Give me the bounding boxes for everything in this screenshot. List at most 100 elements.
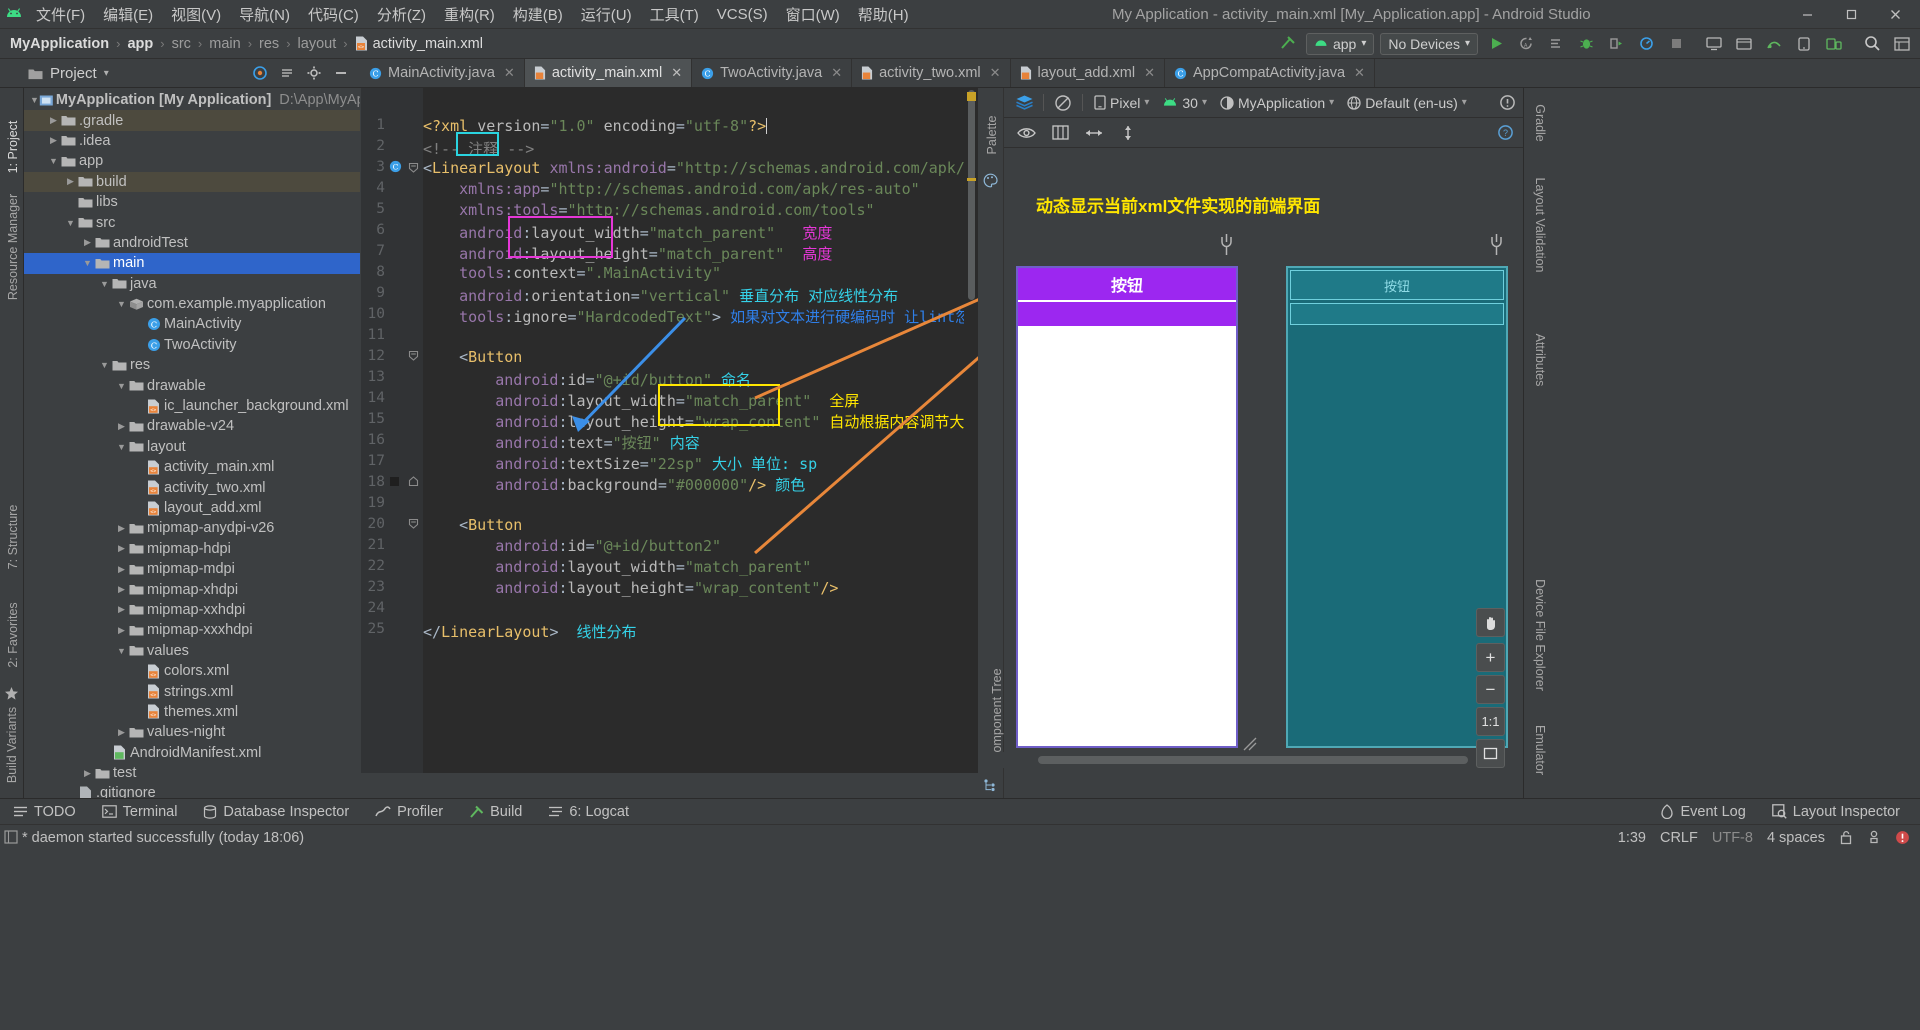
palette-icon[interactable]	[983, 173, 998, 188]
zoom-fit-button[interactable]	[1476, 739, 1505, 768]
chevron-right-icon[interactable]: ▶	[115, 523, 128, 534]
tree-row[interactable]: ▼ res	[24, 355, 360, 375]
minimize-button[interactable]	[1786, 0, 1828, 28]
tab-close-icon[interactable]: ✕	[504, 65, 515, 81]
bottom-item-build[interactable]: Build	[456, 804, 535, 820]
preview-horizontal-scrollbar[interactable]	[978, 752, 1523, 768]
error-stripe-marker[interactable]	[967, 92, 976, 101]
apply-code-changes-icon[interactable]	[1544, 32, 1568, 56]
settings-gear-icon[interactable]	[302, 61, 326, 85]
scrollbar-thumb[interactable]	[1038, 756, 1468, 764]
tab-layout-add-xml[interactable]: layout_add.xml ✕	[1011, 59, 1165, 87]
palette-label[interactable]: Palette	[985, 99, 999, 171]
chevron-right-icon[interactable]: ▶	[115, 543, 128, 554]
preview-button-1[interactable]: 按钮	[1018, 268, 1236, 300]
git-branch-icon[interactable]	[1867, 830, 1881, 845]
apply-changes-icon[interactable]: A	[1514, 32, 1538, 56]
sdk-manager-icon[interactable]	[1732, 32, 1756, 56]
bottom-item-logcat[interactable]: 6: Logcat	[535, 804, 642, 820]
tab-close-icon[interactable]: ✕	[1354, 65, 1365, 81]
tree-row[interactable]: <> layout_add.xml	[24, 498, 360, 518]
breadcrumb-item-src[interactable]: src	[172, 36, 191, 52]
pan-hand-button[interactable]	[1476, 608, 1505, 637]
search-icon[interactable]	[1860, 32, 1884, 56]
collapse-all-icon[interactable]	[275, 61, 299, 85]
chevron-down-icon[interactable]: ▼	[98, 279, 111, 289]
select-opened-file-icon[interactable]	[248, 61, 272, 85]
file-encoding[interactable]: UTF-8	[1712, 830, 1753, 846]
avd-icon-2[interactable]	[1792, 32, 1816, 56]
tree-row[interactable]: ▶ test	[24, 763, 360, 783]
tree-row[interactable]: ▶ .gradle	[24, 110, 360, 131]
preview-button-2[interactable]	[1018, 302, 1236, 326]
tree-row[interactable]: ▼ com.example.myapplication	[24, 294, 360, 314]
bottom-item-terminal[interactable]: Terminal	[89, 804, 191, 820]
chevron-down-icon[interactable]: ▼	[115, 646, 128, 656]
menu-edit[interactable]: 编辑(E)	[95, 1, 161, 28]
menu-code[interactable]: 代码(C)	[300, 1, 367, 28]
maximize-button[interactable]	[1830, 0, 1872, 28]
editor-gutter[interactable]	[361, 88, 423, 773]
chevron-down-icon[interactable]: ▼	[30, 95, 39, 105]
breadcrumb-item-layout[interactable]: layout	[298, 36, 337, 52]
sidebar-tab-gradle[interactable]: Gradle	[1533, 88, 1547, 158]
scrollbar-thumb[interactable]	[968, 90, 975, 300]
tree-row[interactable]: libs	[24, 192, 360, 212]
sidebar-tab-build-variants[interactable]: Build Variants	[5, 690, 19, 800]
window-controls[interactable]	[1786, 0, 1916, 28]
breadcrumb-item-file[interactable]: activity_main.xml	[373, 36, 483, 52]
error-icon[interactable]	[1895, 830, 1910, 845]
chevron-right-icon[interactable]: ▶	[47, 115, 60, 126]
editor-vertical-scrollbar[interactable]	[965, 88, 978, 773]
zoom-out-button[interactable]: −	[1476, 675, 1505, 704]
chevron-down-icon[interactable]: ▾	[104, 68, 109, 79]
device-selector[interactable]: No Devices ▾	[1380, 32, 1478, 55]
tree-row[interactable]: <> colors.xml	[24, 661, 360, 681]
menu-refactor[interactable]: 重构(R)	[436, 1, 503, 28]
menu-analyze[interactable]: 分析(Z)	[369, 1, 434, 28]
design-canvas[interactable]: 动态显示当前xml文件实现的前端界面 按钮 按钮	[1004, 148, 1523, 798]
bottom-item-event-log[interactable]: Event Log	[1647, 804, 1758, 820]
chevron-right-icon[interactable]: ▶	[81, 768, 94, 779]
chevron-down-icon[interactable]: ▼	[115, 381, 128, 391]
build-hammer-icon[interactable]	[1276, 32, 1300, 56]
tab-mainactivity-java[interactable]: C MainActivity.java ✕	[360, 59, 525, 87]
tab-activity-two-xml[interactable]: activity_two.xml ✕	[852, 59, 1011, 87]
gradle-sync-icon[interactable]	[1762, 32, 1786, 56]
menu-view[interactable]: 视图(V)	[163, 1, 229, 28]
sidebar-tab-emulator[interactable]: Emulator	[1533, 710, 1547, 790]
component-tree-icon[interactable]	[983, 778, 997, 792]
menu-run[interactable]: 运行(U)	[573, 1, 640, 28]
tree-row[interactable]: ▶ mipmap-anydpi-v26	[24, 518, 360, 538]
tree-row[interactable]: AndroidManifest.xml	[24, 743, 360, 763]
stop-icon[interactable]	[1664, 32, 1688, 56]
menu-vcs[interactable]: VCS(S)	[709, 3, 776, 26]
run-button[interactable]	[1484, 32, 1508, 56]
attach-debugger-icon[interactable]	[1604, 32, 1628, 56]
avd-manager-icon[interactable]	[1702, 32, 1726, 56]
sidebar-tab-resource-manager[interactable]: Resource Manager	[6, 187, 20, 307]
chevron-right-icon[interactable]: ▶	[115, 564, 128, 575]
tree-row[interactable]: ▼ layout	[24, 437, 360, 457]
left-tool-strip[interactable]: 1: Project Resource Manager 7: Structure…	[0, 88, 24, 798]
tree-row[interactable]: ▶ mipmap-xhdpi	[24, 579, 360, 599]
right-tool-strip[interactable]: Gradle Layout Validation Attributes Devi…	[1523, 88, 1555, 798]
device-manager-icon[interactable]	[1822, 32, 1846, 56]
zoom-actual-size-button[interactable]: 1:1	[1476, 707, 1505, 736]
menu-build[interactable]: 构建(B)	[505, 1, 571, 28]
run-toolbar[interactable]: app ▾ No Devices ▾ A	[1276, 32, 1920, 56]
zoom-in-button[interactable]: +	[1476, 643, 1505, 672]
profiler-icon[interactable]	[1634, 32, 1658, 56]
blueprint-columns-icon[interactable]	[1048, 121, 1072, 145]
theme-dropdown[interactable]: MyApplication ▾	[1216, 93, 1338, 113]
vertical-constraint-icon[interactable]	[1116, 121, 1140, 145]
blueprint-button-2[interactable]	[1290, 303, 1504, 325]
tree-row[interactable]: C TwoActivity	[24, 335, 360, 355]
tree-row[interactable]: ▶ mipmap-mdpi	[24, 559, 360, 579]
menu-help[interactable]: 帮助(H)	[850, 1, 917, 28]
tree-row[interactable]: ▶ build	[24, 171, 360, 192]
sidebar-tab-attributes[interactable]: Attributes	[1533, 317, 1547, 403]
bottom-item-profiler[interactable]: Profiler	[362, 804, 456, 820]
editor-tabs[interactable]: C MainActivity.java ✕ activity_main.xml …	[360, 59, 1920, 87]
tree-row[interactable]: ▶ .idea	[24, 131, 360, 151]
